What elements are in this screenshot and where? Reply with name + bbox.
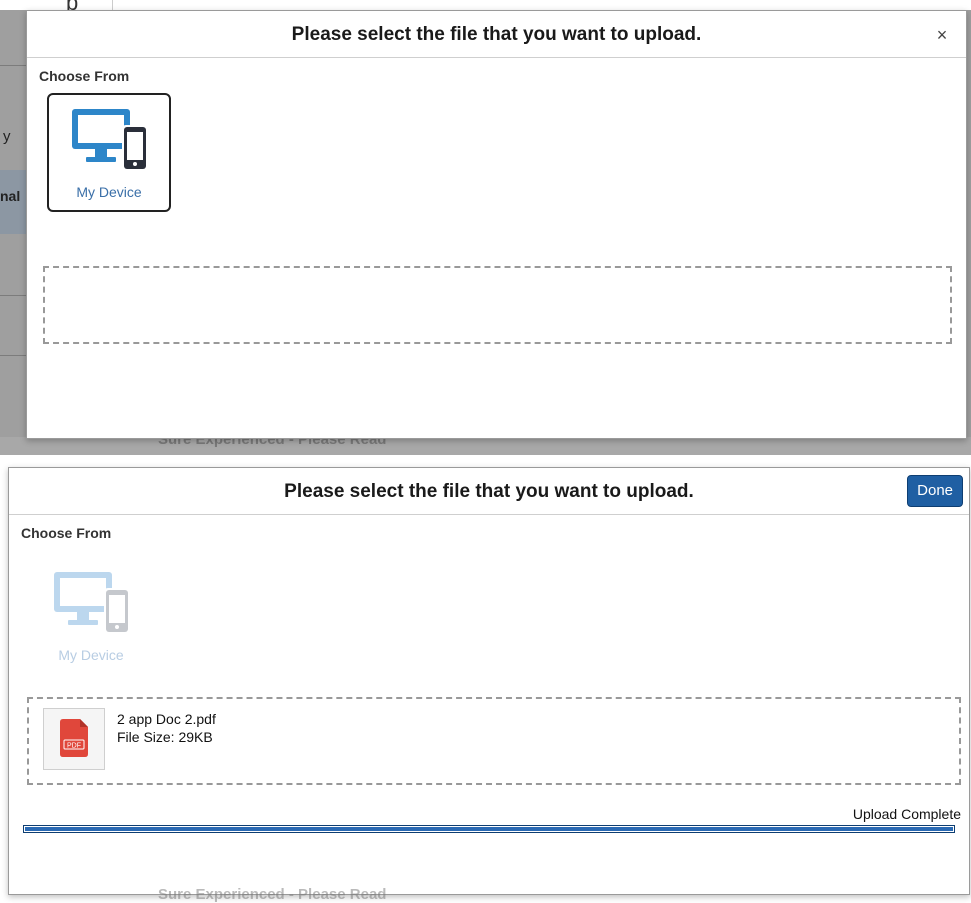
done-button[interactable]: Done	[907, 475, 963, 507]
desktop-mobile-icon	[72, 109, 148, 171]
file-thumbnail: PDF	[43, 708, 105, 770]
choose-from-label: Choose From	[21, 525, 112, 541]
screenshot-divider	[0, 455, 971, 457]
my-device-button: My Device	[29, 556, 153, 675]
dialog-title: Please select the file that you want to …	[291, 24, 702, 45]
background-row-divider	[0, 65, 26, 66]
background-overlay-gap: Sure Experienced - Please Read	[0, 431, 971, 455]
dialog-title: Please select the file that you want to …	[284, 481, 694, 502]
background-partial-label: nal	[0, 188, 21, 204]
dialog-header: Please select the file that you want to …	[27, 11, 966, 58]
background-row-divider	[0, 295, 26, 296]
pdf-icon-text: PDF	[67, 743, 81, 750]
choose-from-label: Choose From	[39, 68, 130, 84]
upload-progress-bar	[23, 825, 955, 833]
file-size: File Size: 29KB	[117, 729, 213, 745]
background-row-divider	[0, 355, 26, 356]
my-device-label: My Device	[76, 184, 142, 200]
file-name: 2 app Doc 2.pdf	[117, 711, 216, 727]
upload-dialog-initial: Please select the file that you want to …	[26, 10, 967, 439]
pdf-file-icon: PDF	[60, 719, 88, 757]
my-device-label: My Device	[58, 647, 124, 663]
upload-progress-fill	[25, 827, 953, 831]
file-drop-zone[interactable]	[43, 266, 952, 344]
upload-dialog-complete: Please select the file that you want to …	[8, 467, 970, 895]
uploaded-file-zone: PDF 2 app Doc 2.pdf File Size: 29KB	[27, 697, 961, 785]
upload-status: Upload Complete	[852, 806, 961, 822]
close-button[interactable]: ×	[932, 25, 952, 45]
background-page-top: p	[0, 0, 971, 15]
my-device-button[interactable]: My Device	[47, 93, 171, 212]
background-left-strip: y nal	[0, 10, 26, 455]
background-partial-label: y	[3, 128, 11, 145]
background-divider	[112, 0, 113, 10]
desktop-mobile-icon	[54, 572, 130, 634]
background-ghost-text: Sure Experienced - Please Read	[158, 886, 387, 903]
dialog-header: Please select the file that you want to …	[9, 468, 969, 515]
